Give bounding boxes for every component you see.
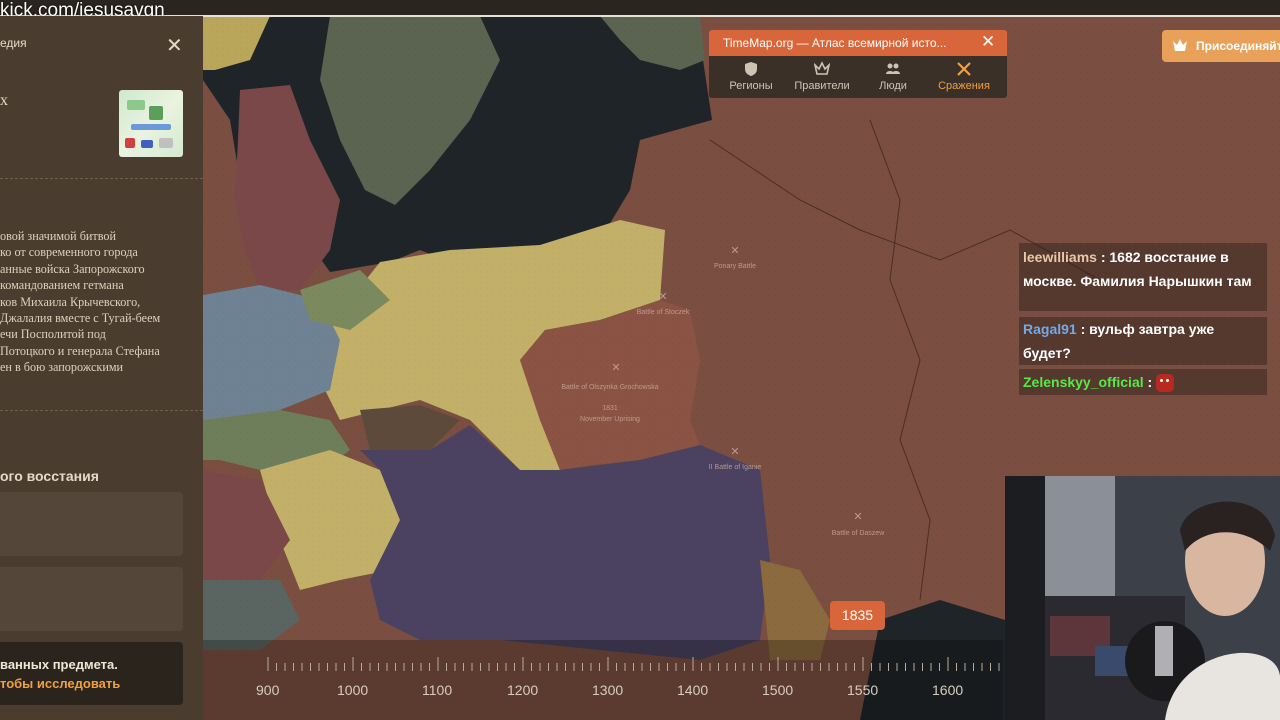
close-icon[interactable]: ✕ — [981, 32, 995, 52]
emote-icon — [1156, 374, 1175, 393]
chat-message: Ragal91 : вульф завтра уже будет? — [1019, 317, 1267, 365]
join-label: Присоединяйтесь — [1196, 39, 1280, 53]
battle-info-panel: едия ✕ х овой значимой битвой ко от совр… — [0, 16, 203, 720]
timemap-tabs: Регионы Правители Люди Сражения — [709, 56, 1007, 98]
panel-title: едия — [0, 36, 27, 50]
panel-divider — [0, 178, 203, 179]
battle-marker[interactable]: ✕ — [658, 291, 667, 303]
explore-card[interactable] — [0, 642, 183, 705]
current-year-badge[interactable]: 1835 — [830, 601, 885, 630]
join-button[interactable]: Присоединяйтесь — [1162, 30, 1280, 62]
explore-note: ванных предмета. — [0, 657, 118, 672]
battle-marker[interactable]: ✕ — [853, 511, 862, 523]
battle-label: Battle of Stoczek — [637, 309, 690, 316]
tab-rulers[interactable]: Правители — [787, 56, 857, 98]
battle-map-thumbnail[interactable] — [119, 90, 183, 157]
crossed-swords-icon — [957, 62, 971, 76]
top-bar — [0, 0, 1280, 17]
battle-label: Ponary Battle — [714, 263, 756, 270]
crown-icon — [1173, 39, 1187, 51]
tab-regions[interactable]: Регионы — [716, 56, 786, 98]
streamer-image — [1005, 476, 1280, 720]
chat-username: leewilliams — [1023, 249, 1097, 265]
battle-marker[interactable]: ✕ — [730, 446, 739, 458]
related-card[interactable] — [0, 492, 183, 556]
timeline-year[interactable]: 1600 — [932, 682, 963, 698]
timemap-header: TimeMap.org — Атлас всемирной исто... ✕ — [709, 30, 1007, 56]
panel-divider — [0, 410, 203, 411]
battle-label: Battle of Olszynka Grochowska — [561, 384, 658, 391]
timeline-year[interactable]: 1000 — [337, 682, 368, 698]
battle-marker[interactable]: ✕ — [611, 362, 620, 374]
tab-label: Сражения — [938, 80, 990, 92]
timeline-year[interactable]: 1100 — [422, 682, 452, 698]
timeline-shade — [203, 640, 1003, 720]
stream-chat: leewilliams : 1682 восстание в москве. Ф… — [1019, 243, 1267, 395]
explore-link[interactable]: тобы исследовать — [0, 676, 120, 691]
timeline-ruler[interactable] — [258, 655, 1003, 673]
section-title: ого восстания — [0, 468, 99, 484]
battle-name: х — [0, 92, 8, 109]
tab-battles[interactable]: Сражения — [929, 56, 999, 98]
timeline-year[interactable]: 1550 — [847, 682, 878, 698]
timeline-year[interactable]: 1200 — [507, 682, 538, 698]
timeline-year[interactable]: 1500 — [762, 682, 793, 698]
people-icon — [886, 63, 900, 74]
timeline-year[interactable]: 1300 — [592, 682, 623, 698]
tab-label: Правители — [794, 80, 850, 92]
crown-icon — [814, 61, 830, 75]
tab-people[interactable]: Люди — [858, 56, 928, 98]
battle-label: November Uprising — [580, 416, 640, 423]
chat-message: leewilliams : 1682 восстание в москве. Ф… — [1019, 243, 1267, 311]
chat-username: Zelenskyy_official — [1023, 374, 1144, 390]
battle-label: 1831 — [602, 405, 618, 412]
battle-label: II Battle of Iganie — [709, 464, 762, 471]
timemap-widget: TimeMap.org — Атлас всемирной исто... ✕ … — [709, 30, 1007, 98]
timeline-year[interactable]: 1400 — [677, 682, 708, 698]
timemap-title: TimeMap.org — Атлас всемирной исто... — [723, 36, 947, 50]
tab-label: Люди — [879, 80, 907, 92]
chat-username: Ragal91 — [1023, 321, 1077, 337]
chat-message: Zelenskyy_official : — [1019, 369, 1267, 395]
timeline-year[interactable]: 900 — [256, 682, 279, 698]
shield-icon — [745, 62, 757, 76]
webcam-overlay — [1005, 476, 1280, 720]
battle-description: овой значимой битвой ко от современного … — [0, 229, 161, 375]
related-card[interactable] — [0, 567, 183, 631]
battle-marker[interactable]: ✕ — [730, 245, 739, 257]
tab-label: Регионы — [729, 80, 773, 92]
battle-label: Battle of Daszew — [832, 530, 885, 537]
close-icon[interactable]: ✕ — [166, 33, 183, 58]
